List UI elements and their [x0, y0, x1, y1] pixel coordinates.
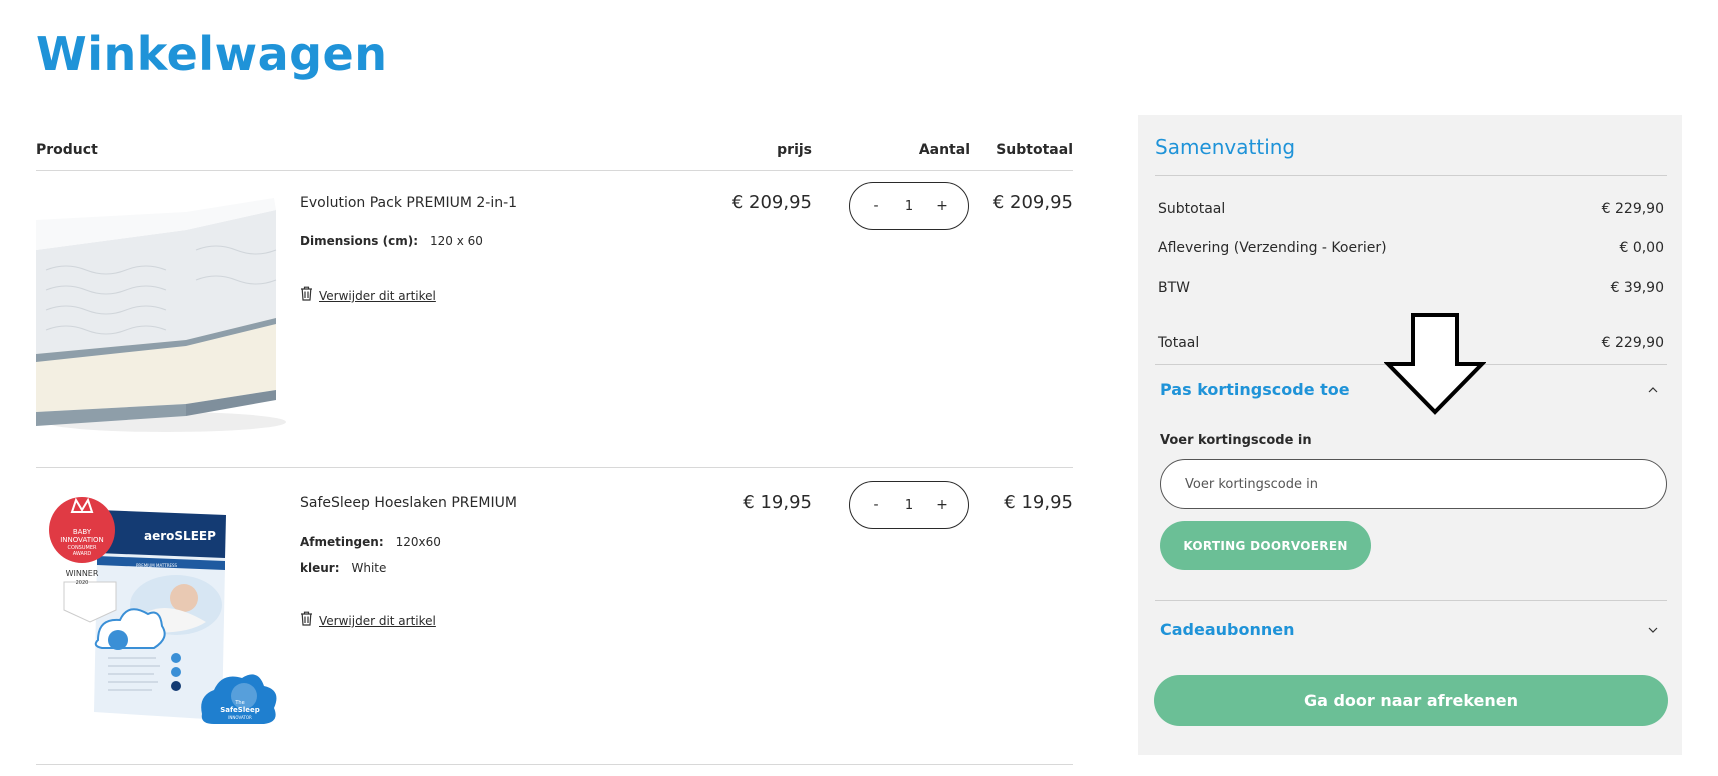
product-attribute: Afmetingen: 120x60	[300, 533, 441, 551]
quantity-decrease-button[interactable]: -	[868, 497, 884, 513]
table-header-divider	[36, 170, 1073, 171]
quantity-value[interactable]: 1	[894, 199, 924, 214]
column-header-product: Product	[36, 142, 98, 158]
remove-item-button[interactable]: Verwijder dit artikel	[300, 611, 436, 631]
summary-value: € 229,90	[1601, 335, 1664, 351]
svg-text:AWARD: AWARD	[73, 551, 92, 557]
page-title: Winkelwagen	[36, 27, 388, 81]
trash-icon	[300, 611, 313, 631]
discount-input-label: Voer kortingscode in	[1160, 433, 1312, 448]
svg-text:PREMIUM MATTRESS: PREMIUM MATTRESS	[136, 563, 178, 568]
product-attribute: kleur: White	[300, 559, 386, 577]
summary-divider	[1155, 600, 1667, 601]
product-subtotal: € 209,95	[992, 192, 1073, 213]
summary-divider	[1155, 175, 1667, 176]
column-header-quantity: Aantal	[918, 142, 970, 158]
summary-value: € 39,90	[1610, 280, 1664, 296]
svg-text:aeroSLEEP: aeroSLEEP	[144, 529, 216, 543]
quantity-decrease-button[interactable]: -	[868, 198, 884, 214]
fitted-sheet-package-image: aeroSLEEP PREMIUM MATTRESS BABY INNOVATI…	[36, 490, 294, 748]
quantity-increase-button[interactable]: +	[934, 198, 950, 214]
svg-text:2020: 2020	[76, 580, 89, 586]
summary-label: Totaal	[1158, 335, 1200, 351]
remove-item-label: Verwijder dit artikel	[319, 614, 436, 628]
product-image-safesleep-hoeslaken[interactable]: aeroSLEEP PREMIUM MATTRESS BABY INNOVATI…	[36, 490, 294, 748]
giftcards-accordion-toggle[interactable]: Cadeaubonnen	[1160, 619, 1295, 641]
product-price: € 209,95	[731, 192, 812, 213]
svg-text:SafeSleep: SafeSleep	[220, 706, 260, 714]
product-attribute: Dimensions (cm): 120 x 60	[300, 232, 483, 250]
checkout-button[interactable]: Ga door naar afrekenen	[1154, 675, 1668, 726]
summary-title: Samenvatting	[1155, 135, 1296, 159]
summary-value: € 229,90	[1601, 201, 1664, 217]
summary-label: BTW	[1158, 280, 1190, 296]
svg-text:INNOVATOR: INNOVATOR	[228, 715, 252, 720]
chevron-down-icon[interactable]	[1647, 619, 1659, 641]
discount-accordion-toggle[interactable]: Pas kortingscode toe	[1160, 379, 1350, 401]
product-subtotal: € 19,95	[1004, 492, 1073, 513]
trash-icon	[300, 286, 313, 306]
discount-code-input[interactable]	[1160, 459, 1667, 509]
summary-value: € 0,00	[1619, 240, 1664, 256]
column-header-subtotal: Subtotaal	[996, 142, 1073, 158]
remove-item-label: Verwijder dit artikel	[319, 289, 436, 303]
summary-row-vat: BTW € 39,90	[1158, 278, 1664, 298]
product-name[interactable]: SafeSleep Hoeslaken PREMIUM	[300, 493, 517, 513]
summary-row-subtotal: Subtotaal € 229,90	[1158, 199, 1664, 219]
product-name[interactable]: Evolution Pack PREMIUM 2-in-1	[300, 193, 517, 213]
attribute-key: kleur:	[300, 561, 340, 575]
svg-text:INNOVATION: INNOVATION	[60, 536, 104, 544]
column-header-price: prijs	[777, 142, 812, 158]
quantity-value[interactable]: 1	[894, 498, 924, 513]
summary-row-shipping: Aflevering (Verzending - Koerier) € 0,00	[1158, 238, 1664, 258]
attribute-value: 120 x 60	[430, 234, 483, 248]
summary-label: Aflevering (Verzending - Koerier)	[1158, 240, 1387, 256]
attribute-value: White	[351, 561, 387, 575]
remove-item-button[interactable]: Verwijder dit artikel	[300, 286, 436, 306]
svg-text:WINNER: WINNER	[66, 569, 99, 578]
row-divider	[36, 467, 1073, 468]
attribute-key: Afmetingen:	[300, 535, 384, 549]
quantity-stepper[interactable]: - 1 +	[849, 481, 969, 529]
quantity-increase-button[interactable]: +	[934, 497, 950, 513]
product-price: € 19,95	[743, 492, 812, 513]
mattress-image	[36, 190, 294, 448]
summary-label: Subtotaal	[1158, 201, 1226, 217]
svg-text:BABY: BABY	[73, 528, 92, 536]
row-divider	[36, 764, 1073, 765]
product-image-evolution-pack[interactable]	[36, 190, 294, 448]
down-arrow-annotation-icon	[1383, 312, 1487, 416]
apply-discount-button[interactable]: KORTING DOORVOEREN	[1160, 521, 1371, 570]
quantity-stepper[interactable]: - 1 +	[849, 182, 969, 230]
chevron-up-icon[interactable]	[1647, 379, 1659, 401]
attribute-value: 120x60	[395, 535, 441, 549]
attribute-key: Dimensions (cm):	[300, 234, 419, 248]
